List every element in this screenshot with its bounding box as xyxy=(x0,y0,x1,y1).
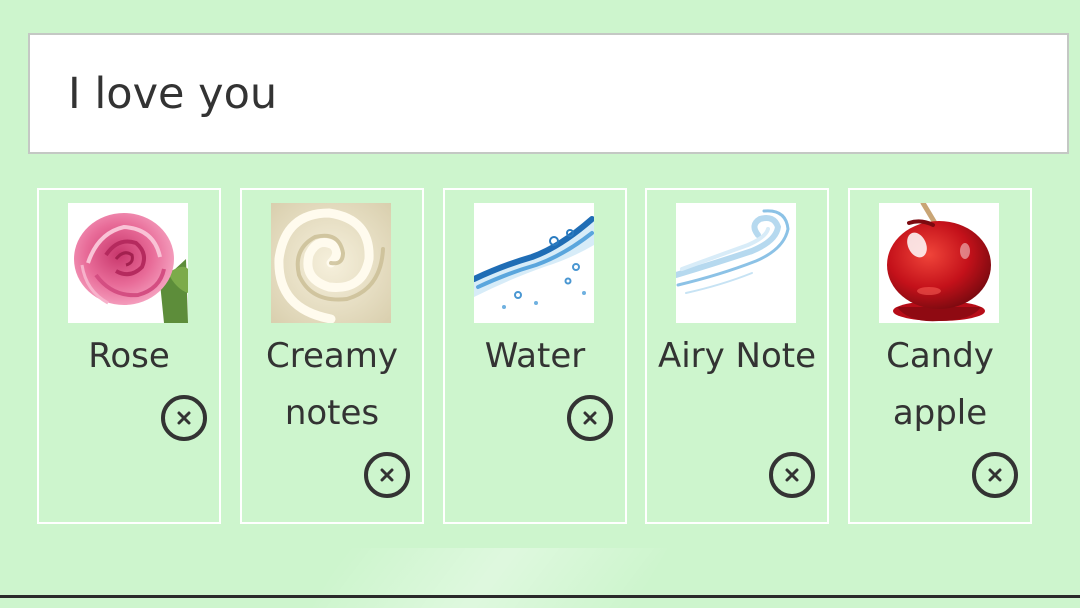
close-icon xyxy=(380,468,394,482)
scent-label: Water xyxy=(484,336,586,376)
scent-card-creamy-notes[interactable]: Creamy notes xyxy=(240,188,424,524)
scent-card-water[interactable]: Water xyxy=(443,188,627,524)
message-field[interactable] xyxy=(28,33,1069,154)
background-sheen xyxy=(312,548,668,608)
remove-creamy-notes-button[interactable] xyxy=(364,452,410,498)
close-icon xyxy=(785,468,799,482)
scent-label: Candy apple xyxy=(886,336,994,433)
scent-card-airy-note[interactable]: Airy Note xyxy=(645,188,829,524)
cream-swirl-image xyxy=(271,203,391,323)
water-splash-image xyxy=(474,203,594,323)
close-icon xyxy=(177,411,191,425)
remove-candy-apple-button[interactable] xyxy=(972,452,1018,498)
close-icon xyxy=(988,468,1002,482)
scent-card-rose[interactable]: Rose xyxy=(37,188,221,524)
scent-label: Rose xyxy=(88,336,170,376)
message-input[interactable] xyxy=(68,35,1047,152)
close-icon xyxy=(583,411,597,425)
rose-image xyxy=(68,203,188,323)
scent-card-candy-apple[interactable]: Candy apple xyxy=(848,188,1032,524)
scent-label: Creamy notes xyxy=(266,336,398,433)
air-swirl-image xyxy=(676,203,796,323)
remove-water-button[interactable] xyxy=(567,395,613,441)
scent-label: Airy Note xyxy=(657,336,817,376)
remove-rose-button[interactable] xyxy=(161,395,207,441)
candy-apple-image xyxy=(879,203,999,323)
remove-airy-note-button[interactable] xyxy=(769,452,815,498)
